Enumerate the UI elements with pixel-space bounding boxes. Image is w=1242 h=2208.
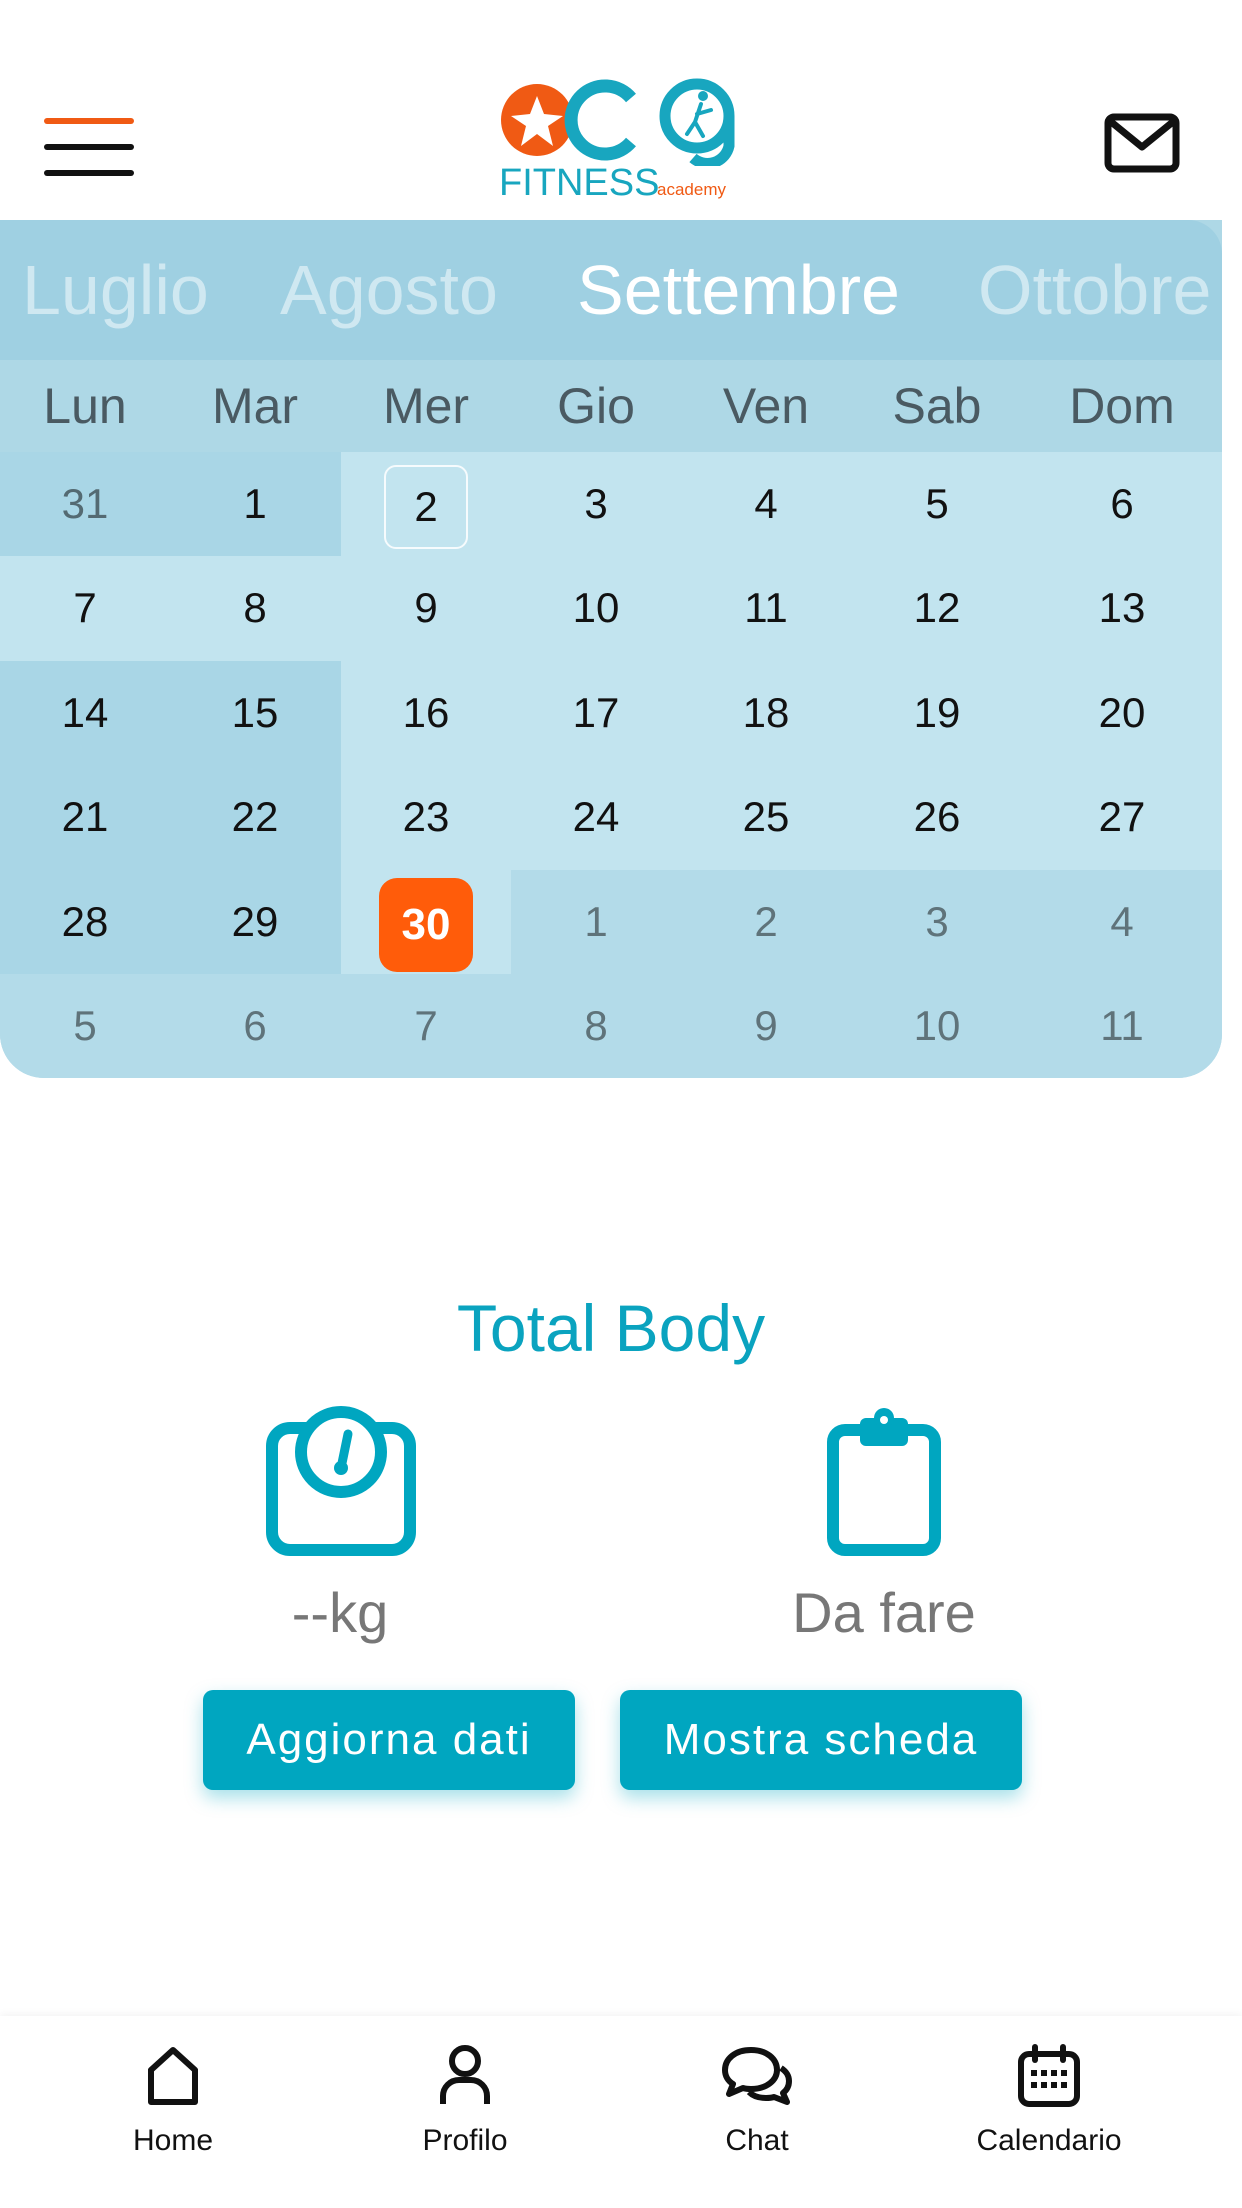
day-cell[interactable]: 17 bbox=[511, 661, 681, 765]
logo-academy-text: academy bbox=[657, 180, 726, 199]
day-cell-next-month[interactable]: 6 bbox=[170, 974, 340, 1078]
selected-day-label: 2 bbox=[384, 464, 468, 549]
workout-title: Total Body bbox=[456, 1291, 766, 1365]
day-cell[interactable]: 28 bbox=[0, 870, 170, 974]
day-cell[interactable]: 4 bbox=[681, 452, 851, 556]
home-icon bbox=[148, 2047, 198, 2105]
weekday-label: Dom bbox=[1069, 378, 1175, 434]
calendar-icon bbox=[1018, 2044, 1080, 2107]
workout-status: Da fare bbox=[792, 1581, 976, 1644]
day-cell[interactable]: 27 bbox=[1037, 765, 1207, 869]
day-cell[interactable]: 9 bbox=[341, 556, 511, 660]
acg-fitness-logo: FITNESS academy bbox=[497, 76, 747, 206]
day-cell-next-month[interactable]: 5 bbox=[0, 974, 170, 1078]
day-cell[interactable]: 8 bbox=[170, 556, 340, 660]
show-sheet-button[interactable]: Mostra scheda bbox=[620, 1690, 1022, 1790]
day-cell-next-month[interactable]: 11 bbox=[1037, 974, 1207, 1078]
day-cell-next-month[interactable]: 8 bbox=[511, 974, 681, 1078]
month-ottobre[interactable]: Ottobre bbox=[978, 250, 1211, 330]
day-cell[interactable]: 5 bbox=[852, 452, 1022, 556]
logo-fitness-text: FITNESS bbox=[499, 162, 660, 204]
day-cell[interactable]: 16 bbox=[341, 661, 511, 765]
day-cell-next-month[interactable]: 10 bbox=[852, 974, 1022, 1078]
nav-chat[interactable]: Chat bbox=[607, 2016, 907, 2208]
day-cell[interactable]: 11 bbox=[681, 556, 851, 660]
weekday-label: Mar bbox=[211, 378, 299, 434]
nav-label: Profilo bbox=[422, 2124, 508, 2157]
month-luglio[interactable]: Luglio bbox=[22, 250, 209, 330]
day-cell-next-month[interactable]: 1 bbox=[511, 870, 681, 974]
day-cell[interactable]: 29 bbox=[170, 870, 340, 974]
day-cell[interactable]: 22 bbox=[170, 765, 340, 869]
month-agosto[interactable]: Agosto bbox=[280, 250, 498, 330]
clipboard-icon bbox=[826, 1406, 942, 1556]
today-label: 30 bbox=[379, 877, 473, 972]
day-cell[interactable]: 3 bbox=[511, 452, 681, 556]
day-cell[interactable]: 13 bbox=[1037, 556, 1207, 660]
weight-value: --kg bbox=[291, 1581, 389, 1644]
day-cell-next-month[interactable]: 7 bbox=[341, 974, 511, 1078]
chat-icon bbox=[722, 2047, 792, 2105]
day-cell-next-month[interactable]: 9 bbox=[681, 974, 851, 1078]
weekday-label: Gio bbox=[557, 378, 635, 434]
month-selector: Luglio Agosto Settembre Ottobre bbox=[0, 220, 1222, 360]
nav-label: Calendario bbox=[976, 2124, 1122, 2157]
day-cell[interactable]: 14 bbox=[0, 661, 170, 765]
day-cell[interactable]: 19 bbox=[852, 661, 1022, 765]
day-cell[interactable]: 31 bbox=[0, 452, 170, 556]
day-cell[interactable]: 6 bbox=[1037, 452, 1207, 556]
day-cell[interactable]: 7 bbox=[0, 556, 170, 660]
nav-home[interactable]: Home bbox=[23, 2016, 323, 2208]
day-cell[interactable]: 25 bbox=[681, 765, 851, 869]
day-cell[interactable]: 20 bbox=[1037, 661, 1207, 765]
day-cell[interactable]: 10 bbox=[511, 556, 681, 660]
day-cell[interactable]: 12 bbox=[852, 556, 1022, 660]
nav-profile[interactable]: Profilo bbox=[315, 2016, 615, 2208]
month-settembre[interactable]: Settembre bbox=[577, 250, 900, 330]
day-cell[interactable]: 18 bbox=[681, 661, 851, 765]
day-cell-next-month[interactable]: 4 bbox=[1037, 870, 1207, 974]
day-cell[interactable]: 23 bbox=[341, 765, 511, 869]
nav-label: Home bbox=[132, 2124, 214, 2157]
update-data-button[interactable]: Aggiorna dati bbox=[203, 1690, 575, 1790]
day-cell-today[interactable]: 30 bbox=[341, 870, 511, 974]
day-cell[interactable]: 24 bbox=[511, 765, 681, 869]
day-cell[interactable]: 1 bbox=[170, 452, 340, 556]
nav-calendar[interactable]: Calendario bbox=[899, 2016, 1199, 2208]
day-cell-selected[interactable]: 2 bbox=[341, 452, 511, 556]
mail-icon[interactable] bbox=[1104, 113, 1180, 173]
nav-label: Chat bbox=[725, 2124, 789, 2157]
scale-icon bbox=[266, 1406, 416, 1556]
weekday-label: Sab bbox=[892, 378, 982, 434]
weekday-header: Lun Mar Mer Gio Ven Sab Dom bbox=[0, 360, 1222, 452]
weekday-label: Ven bbox=[722, 378, 810, 434]
app-header: FITNESS academy bbox=[0, 0, 1242, 220]
day-cell[interactable]: 21 bbox=[0, 765, 170, 869]
user-icon bbox=[440, 2045, 490, 2104]
weekday-label: Lun bbox=[43, 378, 127, 434]
day-cell-next-month[interactable]: 2 bbox=[681, 870, 851, 974]
calendar-grid: 31 1 2 3 4 5 6 7 8 9 10 11 12 13 14 15 1… bbox=[0, 452, 1222, 1078]
day-cell[interactable]: 15 bbox=[170, 661, 340, 765]
calendar: Luglio Agosto Settembre Ottobre Lun Mar … bbox=[0, 220, 1222, 1078]
weekday-label: Mer bbox=[382, 378, 470, 434]
bottom-nav: Home Profilo Chat Calendario bbox=[0, 2016, 1242, 2208]
menu-icon[interactable] bbox=[44, 118, 134, 178]
day-cell[interactable]: 26 bbox=[852, 765, 1022, 869]
day-cell-next-month[interactable]: 3 bbox=[852, 870, 1022, 974]
